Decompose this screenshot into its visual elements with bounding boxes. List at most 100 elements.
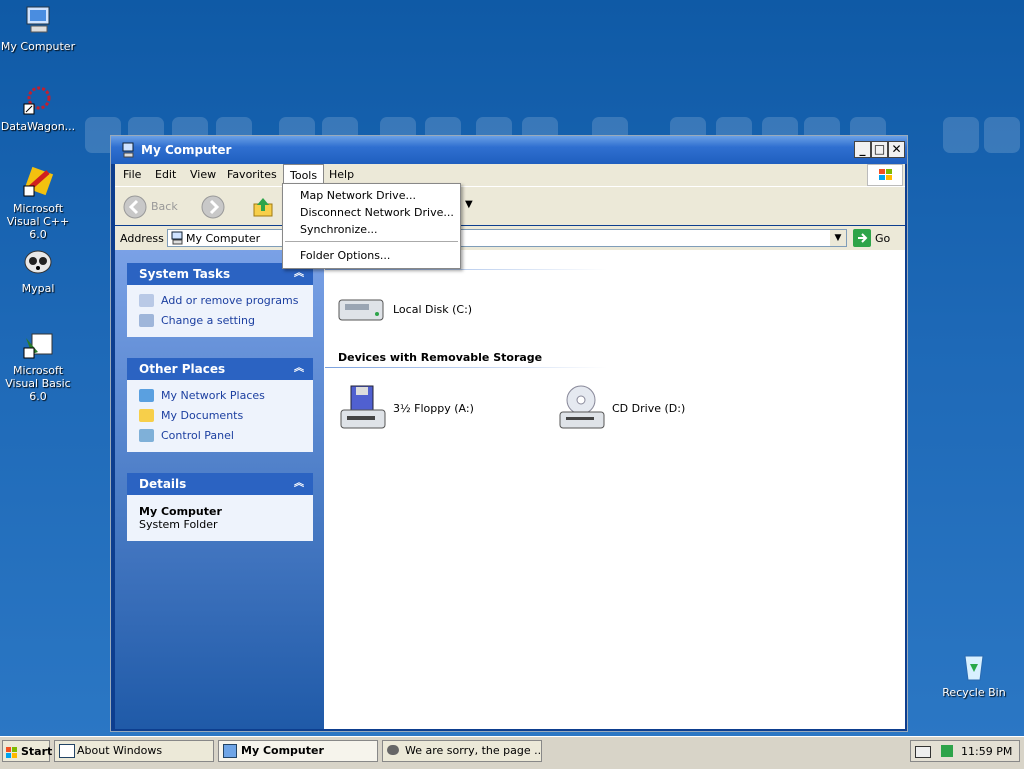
add-remove-programs-link[interactable]: Add or remove programs bbox=[139, 291, 313, 311]
menu-item-folder-options[interactable]: Folder Options... bbox=[300, 249, 390, 262]
address-value: My Computer bbox=[186, 232, 261, 245]
network-places-link[interactable]: My Network Places bbox=[139, 386, 313, 406]
other-places-header[interactable]: Other Places ︽ bbox=[127, 358, 313, 380]
menu-separator bbox=[285, 241, 458, 242]
computer-icon bbox=[171, 231, 183, 245]
details-title: Details bbox=[139, 477, 187, 491]
desktop-icon-label: My Computer bbox=[0, 40, 76, 53]
desktop-icon-datawagon[interactable]: DataWagon... bbox=[0, 84, 78, 133]
details-name: My Computer bbox=[139, 505, 222, 518]
window-icon bbox=[59, 744, 75, 758]
control-panel-icon bbox=[139, 314, 154, 327]
menu-help[interactable]: Help bbox=[329, 168, 354, 181]
windows-flag-icon bbox=[6, 745, 18, 767]
desktop-icon-my-computer[interactable]: My Computer bbox=[0, 4, 78, 53]
desktop-icon-mypal[interactable]: Mypal bbox=[0, 246, 78, 295]
address-label: Address bbox=[120, 232, 164, 245]
mypal-icon bbox=[22, 246, 54, 278]
title-bar[interactable]: My Computer _ □ ✕ bbox=[111, 136, 907, 164]
menu-bar: File Edit View Favorites Tools Help bbox=[115, 164, 905, 187]
cd-drive-d[interactable]: CD Drive (D:) bbox=[556, 384, 685, 435]
content-area: System Tasks ︽ Add or remove programs Ch… bbox=[115, 250, 905, 729]
forward-button[interactable] bbox=[201, 195, 241, 219]
task-pane: System Tasks ︽ Add or remove programs Ch… bbox=[115, 250, 324, 729]
change-setting-link[interactable]: Change a setting bbox=[139, 311, 313, 331]
window-icon bbox=[121, 142, 135, 161]
visual-basic-icon bbox=[22, 328, 54, 360]
menu-item-synchronize[interactable]: Synchronize... bbox=[300, 223, 378, 236]
system-tasks-title: System Tasks bbox=[139, 267, 231, 281]
local-disk-c[interactable]: Local Disk (C:) bbox=[337, 292, 472, 329]
back-button[interactable]: Back bbox=[123, 195, 183, 219]
drive-label: CD Drive (D:) bbox=[612, 402, 686, 415]
recycle-bin-icon bbox=[958, 650, 990, 682]
menu-view[interactable]: View bbox=[190, 168, 216, 181]
control-panel-link[interactable]: Control Panel bbox=[139, 426, 313, 446]
menu-file[interactable]: File bbox=[123, 168, 141, 181]
menu-edit[interactable]: Edit bbox=[155, 168, 176, 181]
forward-arrow-icon bbox=[201, 195, 225, 219]
up-folder-icon bbox=[253, 198, 273, 217]
address-field[interactable]: My Computer ▼ bbox=[167, 229, 847, 247]
desktop-icon-label: Microsoft Visual Basic 6.0 bbox=[5, 364, 71, 403]
start-button[interactable]: Start bbox=[2, 740, 53, 762]
address-dropdown-icon[interactable]: ▼ bbox=[830, 230, 846, 246]
menu-item-map-network-drive[interactable]: Map Network Drive... bbox=[300, 189, 416, 202]
visual-cpp-icon bbox=[22, 166, 54, 198]
collapse-chevron-icon[interactable]: ︽ bbox=[294, 473, 304, 495]
cd-drive-icon bbox=[559, 385, 605, 429]
add-remove-programs-icon bbox=[139, 294, 154, 307]
tools-menu: Map Network Drive... Disconnect Network … bbox=[282, 183, 461, 269]
keyboard-icon[interactable] bbox=[915, 746, 931, 758]
task-browser[interactable]: We are sorry, the page ... bbox=[382, 740, 542, 762]
mypal-icon bbox=[387, 745, 399, 755]
desktop-icon-label: Microsoft Visual C++ 6.0 bbox=[6, 202, 70, 241]
details-panel: Details ︽ My Computer System Folder bbox=[127, 473, 313, 541]
desktop-icon-label: Recycle Bin bbox=[942, 686, 1006, 699]
floppy-drive-icon bbox=[340, 385, 386, 429]
details-type: System Folder bbox=[139, 518, 218, 531]
collapse-chevron-icon[interactable]: ︽ bbox=[294, 358, 304, 380]
section-divider bbox=[325, 269, 607, 270]
back-label: Back bbox=[151, 200, 178, 213]
system-tray: 11:59 PM bbox=[910, 740, 1020, 762]
menu-favorites[interactable]: Favorites bbox=[227, 168, 277, 181]
desktop-icon-visual-basic[interactable]: Microsoft Visual Basic 6.0 bbox=[0, 328, 78, 403]
network-places-icon bbox=[139, 389, 154, 402]
maximize-button[interactable]: □ bbox=[871, 141, 888, 158]
desktop-icon-visual-cpp[interactable]: Microsoft Visual C++ 6.0 bbox=[0, 166, 78, 241]
minimize-button[interactable]: _ bbox=[854, 141, 871, 158]
desktop-icon-recycle-bin[interactable]: Recycle Bin bbox=[934, 650, 1014, 699]
network-icon[interactable] bbox=[941, 745, 953, 757]
computer-icon bbox=[22, 4, 54, 36]
folder-icon bbox=[139, 409, 154, 422]
toolbar: Back ▼ bbox=[115, 186, 905, 225]
start-label: Start bbox=[21, 745, 53, 758]
menu-item-disconnect-network-drive[interactable]: Disconnect Network Drive... bbox=[300, 206, 454, 219]
computer-icon bbox=[223, 744, 237, 758]
taskbar: Start About Windows My Computer We are s… bbox=[0, 736, 1024, 769]
views-dropdown-icon[interactable]: ▼ bbox=[465, 199, 473, 210]
close-button[interactable]: ✕ bbox=[888, 141, 905, 158]
section-divider bbox=[325, 367, 607, 368]
datawagon-icon bbox=[22, 84, 54, 116]
task-my-computer[interactable]: My Computer bbox=[218, 740, 378, 762]
task-about-windows[interactable]: About Windows bbox=[54, 740, 214, 762]
go-button[interactable]: Go bbox=[853, 229, 890, 250]
go-arrow-icon bbox=[853, 229, 871, 247]
floppy-drive-a[interactable]: 3½ Floppy (A:) bbox=[337, 384, 474, 435]
hard-disk-icon bbox=[338, 299, 384, 321]
windows-logo-icon bbox=[867, 164, 903, 186]
other-places-panel: Other Places ︽ My Network Places My Docu… bbox=[127, 358, 313, 452]
my-computer-window: My Computer _ □ ✕ File Edit View Favorit… bbox=[110, 135, 908, 732]
system-tasks-panel: System Tasks ︽ Add or remove programs Ch… bbox=[127, 263, 313, 337]
back-arrow-icon bbox=[123, 195, 147, 219]
go-label: Go bbox=[875, 232, 891, 245]
up-folder-button[interactable] bbox=[251, 195, 275, 222]
clock[interactable]: 11:59 PM bbox=[961, 745, 1012, 758]
drive-label: Local Disk (C:) bbox=[393, 303, 473, 316]
details-header[interactable]: Details ︽ bbox=[127, 473, 313, 495]
my-documents-link[interactable]: My Documents bbox=[139, 406, 313, 426]
control-panel-icon bbox=[139, 429, 154, 442]
desktop-icon-label: Mypal bbox=[21, 282, 55, 295]
